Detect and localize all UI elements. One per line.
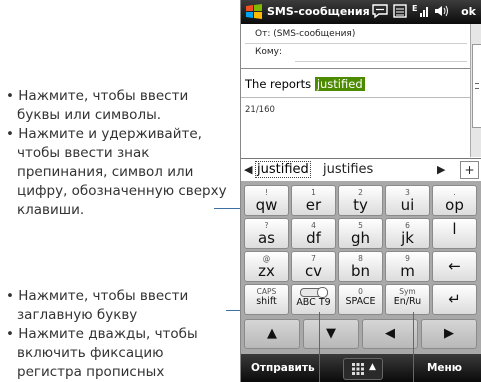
callout-line-t9 bbox=[319, 312, 320, 382]
messaging-icon[interactable] bbox=[371, 3, 389, 19]
sym-lang-key[interactable]: Sym En/Ru bbox=[385, 284, 430, 315]
to-label: Кому: bbox=[255, 47, 283, 57]
key-zx[interactable]: @ zx bbox=[244, 251, 289, 282]
arrow-right-icon[interactable]: ▶ bbox=[437, 163, 445, 176]
annotation-hold-symbols: Нажмите и удерживайте, чтобы ввести знак… bbox=[6, 125, 231, 220]
ok-button[interactable]: ok bbox=[461, 5, 476, 18]
add-word-button[interactable]: + bbox=[460, 161, 479, 179]
t9-toggle-key[interactable]: ABC T9 bbox=[291, 284, 336, 315]
phone-screen: SMS-сообщения E ok От: (SMS-сообщения) К… bbox=[240, 0, 481, 382]
arrow-left-icon: ◀ bbox=[385, 326, 395, 341]
inbox-icon[interactable] bbox=[393, 3, 407, 19]
arrow-down-icon: ▼ bbox=[326, 326, 336, 341]
message-text: The reports bbox=[245, 77, 315, 91]
windows-logo-icon[interactable] bbox=[245, 3, 263, 21]
title-bar: SMS-сообщения E ok bbox=[241, 0, 481, 24]
key-as[interactable]: ? as bbox=[244, 218, 289, 249]
key-ty[interactable]: 2 ty bbox=[338, 185, 383, 216]
backspace-key[interactable]: ← bbox=[432, 251, 477, 282]
toggle-switch-icon bbox=[299, 287, 328, 298]
key-label: ui bbox=[400, 196, 415, 214]
backspace-icon: ← bbox=[448, 257, 461, 275]
window-title: SMS-сообщения bbox=[267, 5, 370, 18]
scrollbar[interactable] bbox=[470, 24, 481, 157]
key-bn[interactable]: 8 bn bbox=[338, 251, 383, 282]
key-cv[interactable]: 7 cv bbox=[291, 251, 336, 282]
key-qw[interactable]: ! qw bbox=[244, 185, 289, 216]
key-label: shift bbox=[256, 296, 277, 307]
caret-up-icon: ▲ bbox=[369, 362, 376, 372]
grip-icon bbox=[475, 83, 479, 89]
signal-icon[interactable]: E bbox=[412, 3, 428, 19]
arrow-up-icon: ▲ bbox=[267, 326, 277, 341]
key-label: ABC T9 bbox=[296, 297, 331, 308]
message-area: От: (SMS-сообщения) Кому: The reports ju… bbox=[241, 24, 470, 157]
keyboard-grid-icon bbox=[352, 363, 364, 375]
divider bbox=[295, 61, 467, 62]
divider bbox=[245, 43, 467, 44]
key-alt-label: CAPS bbox=[256, 287, 277, 296]
caps-shift-key[interactable]: CAPS shift bbox=[244, 284, 289, 315]
send-softkey[interactable]: Отправить bbox=[251, 362, 315, 374]
key-alt-label: Sym bbox=[399, 287, 416, 296]
key-er[interactable]: 1 er bbox=[291, 185, 336, 216]
key-label: En/Ru bbox=[393, 296, 422, 307]
annotation-caps: Нажмите, чтобы ввести заглавную букву На… bbox=[6, 287, 231, 382]
key-df[interactable]: 4 df bbox=[291, 218, 336, 249]
key-alt-label: 0 bbox=[358, 287, 363, 296]
key-label: cv bbox=[304, 262, 323, 280]
character-counter: 21/160 bbox=[245, 105, 275, 115]
key-label: zx bbox=[258, 262, 275, 280]
key-label: jk bbox=[401, 229, 414, 247]
key-label: as bbox=[257, 229, 275, 247]
enter-key[interactable]: ↵ bbox=[432, 284, 477, 315]
from-field[interactable]: От: (SMS-сообщения) bbox=[255, 29, 481, 39]
key-label: qw bbox=[255, 196, 278, 214]
key-label: SPACE bbox=[345, 296, 376, 307]
arrow-right-icon: ▶ bbox=[444, 326, 454, 341]
soft-key-bar: Отправить ▲ Меню bbox=[241, 354, 481, 382]
divider bbox=[241, 68, 470, 69]
key-op[interactable]: . op bbox=[432, 185, 477, 216]
volume-icon[interactable] bbox=[433, 3, 449, 19]
key-label: ty bbox=[353, 196, 368, 214]
key-label: m bbox=[400, 262, 415, 280]
key-label: bn bbox=[350, 262, 371, 280]
annotation-double-tap-capslock: Нажмите дважды, чтобы включить фиксацию … bbox=[6, 325, 231, 382]
input-panel-button[interactable]: ▲ bbox=[343, 358, 383, 380]
suggestion-word-1[interactable]: justified bbox=[255, 161, 311, 178]
divider bbox=[241, 97, 470, 98]
highlighted-word: justified bbox=[314, 77, 365, 91]
key-label: gh bbox=[350, 229, 371, 247]
arrow-down-key[interactable]: ▼ bbox=[303, 319, 359, 349]
key-label: er bbox=[305, 196, 322, 214]
key-label: l bbox=[452, 220, 457, 238]
key-label: op bbox=[445, 196, 464, 214]
suggestion-word-2[interactable]: justifies bbox=[323, 162, 373, 177]
callout-line-sym bbox=[413, 312, 414, 382]
arrow-left-key[interactable]: ◀ bbox=[362, 319, 418, 349]
key-m[interactable]: 9m bbox=[385, 251, 430, 282]
keyboard: ! qw 1 er 2 ty 3 ui . op ? as 4 df 5 gh 6 jk l @ z… bbox=[241, 181, 481, 354]
svg-text:E: E bbox=[412, 4, 417, 13]
annotation-letters: Нажмите, чтобы ввести буквы или символы.… bbox=[6, 87, 231, 220]
key-gh[interactable]: 5 gh bbox=[338, 218, 383, 249]
key-jk[interactable]: 6 jk bbox=[385, 218, 430, 249]
scrollbar-thumb[interactable] bbox=[472, 44, 481, 128]
suggestion-bar: ◀ justified justifies ▶ + bbox=[241, 158, 481, 182]
annotation-tap-letters: Нажмите, чтобы ввести буквы или символы. bbox=[6, 87, 231, 125]
menu-softkey[interactable]: Меню bbox=[427, 362, 462, 374]
key-ui[interactable]: 3 ui bbox=[385, 185, 430, 216]
arrow-up-key[interactable]: ▲ bbox=[244, 319, 300, 349]
key-label: df bbox=[306, 229, 321, 247]
message-body-input[interactable]: The reports justified bbox=[245, 77, 365, 91]
key-l[interactable]: l bbox=[432, 218, 477, 249]
arrow-right-key[interactable]: ▶ bbox=[421, 319, 477, 349]
enter-icon: ↵ bbox=[448, 290, 461, 308]
space-key[interactable]: 0 SPACE bbox=[338, 284, 383, 315]
annotation-tap-capital: Нажмите, чтобы ввести заглавную букву bbox=[6, 287, 231, 325]
arrow-left-icon[interactable]: ◀ bbox=[244, 163, 252, 176]
